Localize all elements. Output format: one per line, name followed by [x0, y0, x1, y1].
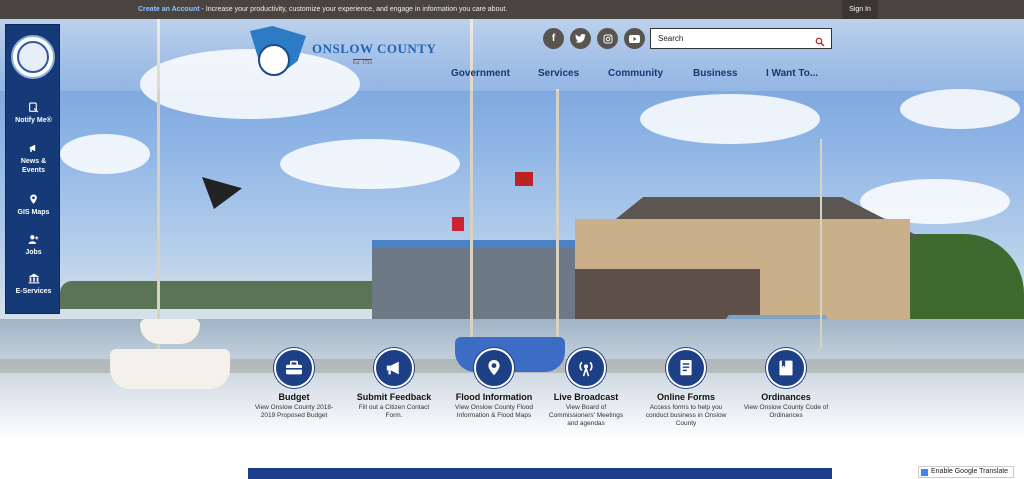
document-icon [666, 348, 706, 388]
county-seal-icon [258, 44, 290, 76]
sidebar-item-label: News & Events [20, 158, 47, 174]
search-box [650, 28, 832, 49]
quicklink-title: Online Forms [656, 392, 715, 402]
quicklink-title: Budget [278, 392, 310, 402]
location-icon [474, 348, 514, 388]
broadcast-icon [566, 348, 606, 388]
search-input[interactable] [651, 29, 811, 48]
nav-services[interactable]: Services [538, 68, 579, 79]
notify-icon [29, 102, 39, 113]
quicklink-budget[interactable]: Budget View Onslow County 2018-2019 Prop… [239, 348, 349, 420]
quicklink-description: View Onslow County 2018-2019 Proposed Bu… [254, 404, 334, 419]
search-icon[interactable] [815, 34, 825, 52]
nav-i-want-to[interactable]: I Want To... [766, 68, 818, 79]
megaphone-icon [374, 348, 414, 388]
quicklink-description: Access forms to help you conduct busines… [645, 404, 727, 427]
create-account-link[interactable]: Create an Account [138, 6, 200, 13]
briefcase-icon [274, 348, 314, 388]
quicklink-live-broadcast[interactable]: Live Broadcast View Board of Commissione… [531, 348, 641, 428]
google-translate-icon [921, 469, 928, 476]
quicklink-submit-feedback[interactable]: Submit Feedback Fill out a Citizen Conta… [339, 348, 449, 420]
quicklink-title: Live Broadcast [553, 392, 619, 402]
site-logo[interactable]: ONSLOW COUNTY Est. 1734 [250, 26, 436, 82]
map-pin-icon [30, 194, 37, 204]
sidebar-item-label: GIS Maps [17, 209, 50, 216]
twitter-icon[interactable] [570, 28, 591, 49]
quicklink-description: Fill out a Citizen Contact Form. [358, 404, 430, 419]
account-message: Create an Account - Increase your produc… [138, 6, 507, 13]
facebook-icon[interactable]: f [543, 28, 564, 49]
sign-in-button[interactable]: Sign In [842, 0, 878, 19]
instagram-icon[interactable] [597, 28, 618, 49]
quicklink-description: View Onslow County Code of Ordinances [743, 404, 829, 419]
sidebar-item-label: E-Services [15, 288, 52, 295]
quicklink-title: Submit Feedback [356, 392, 432, 402]
quicklink-ordinances[interactable]: Ordinances View Onslow County Code of Or… [731, 348, 841, 420]
sidebar-item-e-services[interactable]: E-Services [6, 273, 61, 296]
nav-government[interactable]: Government [451, 68, 510, 79]
account-bar: Create an Account - Increase your produc… [0, 0, 1024, 19]
nav-community[interactable]: Community [608, 68, 663, 79]
youtube-icon[interactable] [624, 28, 645, 49]
nav-business[interactable]: Business [693, 68, 737, 79]
sidebar-item-notify-me[interactable]: Notify Me® [6, 102, 61, 125]
account-message-text: - Increase your productivity, customize … [199, 6, 508, 13]
county-seal-icon[interactable] [11, 35, 55, 79]
translate-label: Enable Google Translate [931, 468, 1009, 475]
logo-established: Est. 1734 [353, 59, 372, 66]
sidebar-item-news-events[interactable]: News & Events [6, 143, 61, 175]
sidebar-item-gis-maps[interactable]: GIS Maps [6, 194, 61, 217]
sidebar-item-jobs[interactable]: Jobs [6, 234, 61, 257]
quick-sidebar: Notify Me® News & Events GIS Maps Jobs E… [5, 24, 60, 314]
jobs-icon [28, 235, 38, 244]
logo-title: ONSLOW COUNTY [312, 41, 437, 56]
quicklink-description: View Board of Commissioners' Meetings an… [548, 404, 624, 427]
quicklink-online-forms[interactable]: Online Forms Access forms to help you co… [631, 348, 741, 428]
sidebar-item-label: Jobs [25, 249, 42, 256]
book-icon [766, 348, 806, 388]
building-icon [28, 273, 39, 284]
google-translate-button[interactable]: Enable Google Translate [918, 466, 1014, 478]
quicklink-title: Ordinances [761, 392, 811, 402]
sidebar-item-label: Notify Me® [15, 117, 52, 124]
content-banner-bar [248, 468, 832, 479]
news-icon [29, 144, 36, 152]
